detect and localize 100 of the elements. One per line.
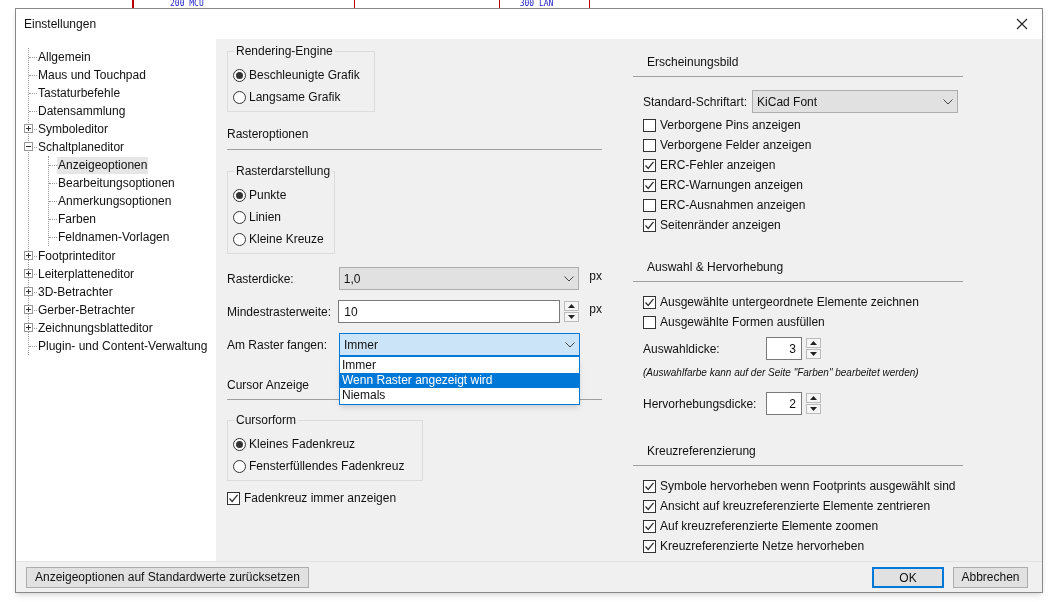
- checkbox[interactable]: [643, 198, 656, 212]
- spin-down-button[interactable]: [806, 404, 821, 414]
- dropdown-option[interactable]: Wenn Raster angezeigt wird: [340, 373, 579, 388]
- checkbox-label: Symbole hervorheben wenn Footprints ausgewählt sind: [660, 478, 956, 495]
- field-label: Am Raster fangen:: [227, 336, 329, 354]
- tree-item[interactable]: Plugin- und Content-Verwaltung: [37, 337, 209, 355]
- radio-button[interactable]: [233, 210, 246, 224]
- tree-item[interactable]: Gerber-Betrachter: [37, 301, 136, 319]
- triangle-up-icon: [568, 304, 576, 308]
- checkbox-label: Seitenränder anzeigen: [660, 217, 781, 234]
- tree-item[interactable]: Maus und Touchpad: [37, 66, 147, 84]
- checkbox-label: ERC-Warnungen anzeigen: [660, 177, 803, 194]
- tree-item[interactable]: Bearbeitungsoptionen: [57, 174, 176, 192]
- window-title: Einstellungen: [24, 16, 97, 33]
- chevron-down-icon: [943, 98, 954, 105]
- dropdown[interactable]: KiCad Font: [752, 90, 959, 113]
- radio-label: Punkte: [249, 187, 287, 204]
- checkbox[interactable]: [643, 519, 656, 533]
- field-label: Standard-Schriftart:: [643, 93, 748, 111]
- radio-label: Langsame Grafik: [249, 89, 341, 106]
- radio-button[interactable]: [233, 437, 246, 451]
- spin-up-button[interactable]: [806, 338, 821, 348]
- checkbox[interactable]: [643, 499, 656, 513]
- tree-item[interactable]: Symboleditor: [37, 120, 110, 138]
- dropdown-option[interactable]: Immer: [340, 358, 579, 373]
- schematic-label: 300 LAN: [519, 0, 554, 8]
- dropdown[interactable]: 1,0: [338, 267, 580, 290]
- checkbox-label: Verborgene Felder anzeigen: [660, 137, 812, 154]
- radio-label: Linien: [249, 209, 282, 226]
- section-heading: Auswahl & Hervorhebung: [646, 260, 784, 274]
- close-icon[interactable]: [1016, 18, 1028, 30]
- triangle-up-icon: [810, 341, 817, 345]
- section-heading: Erscheinungsbild: [646, 55, 739, 69]
- hint-text: (Auswahlfarbe kann auf der Seite "Farben" bearbeitet werden): [643, 366, 920, 380]
- checkbox[interactable]: [643, 295, 656, 309]
- radio-label: Beschleunigte Grafik: [249, 67, 360, 84]
- triangle-up-icon: [810, 396, 817, 400]
- radio-button[interactable]: [233, 90, 246, 104]
- unit-label: px: [589, 300, 602, 318]
- spin-down-button[interactable]: [564, 312, 580, 322]
- cancel-button[interactable]: Abbrechen: [953, 566, 1028, 588]
- schematic-label: 200 MCU: [170, 0, 204, 8]
- checkbox[interactable]: [643, 218, 656, 232]
- checkbox-label: Fadenkreuz immer anzeigen: [244, 490, 397, 507]
- field-label: Auswahldicke:: [643, 340, 721, 358]
- checkbox[interactable]: [227, 491, 240, 505]
- checkbox[interactable]: [643, 479, 656, 493]
- number-field[interactable]: 2: [766, 392, 802, 415]
- spin-up-button[interactable]: [806, 393, 821, 403]
- number-field[interactable]: 10: [338, 300, 561, 323]
- tree-item[interactable]: Anmerkungsoptionen: [57, 192, 173, 210]
- tree-item[interactable]: Feldnamen-Vorlagen: [57, 228, 171, 246]
- spin-down-button[interactable]: [806, 349, 821, 359]
- field-label: Mindestrasterweite:: [227, 303, 333, 321]
- section-heading: Kreuzreferenzierung: [646, 444, 756, 458]
- tree-item[interactable]: Schaltplaneditor: [37, 138, 126, 156]
- checkbox[interactable]: [643, 158, 656, 172]
- ok-button[interactable]: OK: [872, 566, 944, 588]
- expand-icon[interactable]: [24, 124, 33, 133]
- section-heading: Cursor Anzeige: [227, 378, 310, 392]
- expand-icon[interactable]: [24, 305, 33, 314]
- checkbox-label: ERC-Ausnahmen anzeigen: [660, 197, 806, 214]
- checkbox-label: Auf kreuzreferenzierte Elemente zoomen: [660, 518, 879, 535]
- checkbox[interactable]: [643, 178, 656, 192]
- expand-icon[interactable]: [24, 269, 33, 278]
- tree-item[interactable]: Datensammlung: [37, 102, 127, 120]
- spin-up-button[interactable]: [564, 301, 580, 311]
- tree-item[interactable]: Tastaturbefehle: [37, 84, 122, 102]
- triangle-down-icon: [568, 315, 576, 319]
- radio-button[interactable]: [233, 68, 246, 82]
- checkbox-label: Verborgene Pins anzeigen: [660, 117, 801, 134]
- checkbox-label: ERC-Fehler anzeigen: [660, 157, 776, 174]
- tree-item[interactable]: 3D-Betrachter: [37, 283, 114, 301]
- checkbox[interactable]: [643, 315, 656, 329]
- radio-button[interactable]: [233, 232, 246, 246]
- radio-button[interactable]: [233, 459, 246, 473]
- checkbox[interactable]: [643, 138, 656, 152]
- field-label: Rasterdicke:: [227, 270, 295, 288]
- expand-icon[interactable]: [24, 287, 33, 296]
- number-field[interactable]: 3: [766, 337, 802, 360]
- expand-icon[interactable]: [24, 251, 33, 260]
- reset-button[interactable]: Anzeigeoptionen auf Standardwerte zurücksetzen: [26, 566, 309, 588]
- tree-item[interactable]: Leiterplatteneditor: [37, 265, 136, 283]
- dropdown[interactable]: Immer: [339, 333, 580, 356]
- collapse-icon[interactable]: [24, 142, 33, 151]
- radio-button[interactable]: [233, 188, 246, 202]
- tree-item[interactable]: Farben: [57, 210, 98, 228]
- tree-item[interactable]: Anzeigeoptionen: [57, 156, 149, 174]
- tree-item[interactable]: Allgemein: [37, 48, 92, 66]
- radio-label: Kleine Kreuze: [249, 231, 324, 248]
- expand-icon[interactable]: [24, 323, 33, 332]
- tree-item[interactable]: Footprinteditor: [37, 247, 117, 265]
- group-title: Rendering-Engine: [234, 43, 335, 59]
- checkbox[interactable]: [643, 118, 656, 132]
- tree-item[interactable]: Zeichnungsblatteditor: [37, 319, 154, 337]
- section-heading: Rasteroptionen: [227, 127, 309, 141]
- checkbox-label: Ansicht auf kreuzreferenzierte Elemente zentrieren: [660, 498, 931, 515]
- dropdown-option[interactable]: Niemals: [340, 388, 579, 403]
- radio-label: Fensterfüllendes Fadenkreuz: [249, 458, 405, 475]
- checkbox[interactable]: [643, 539, 656, 553]
